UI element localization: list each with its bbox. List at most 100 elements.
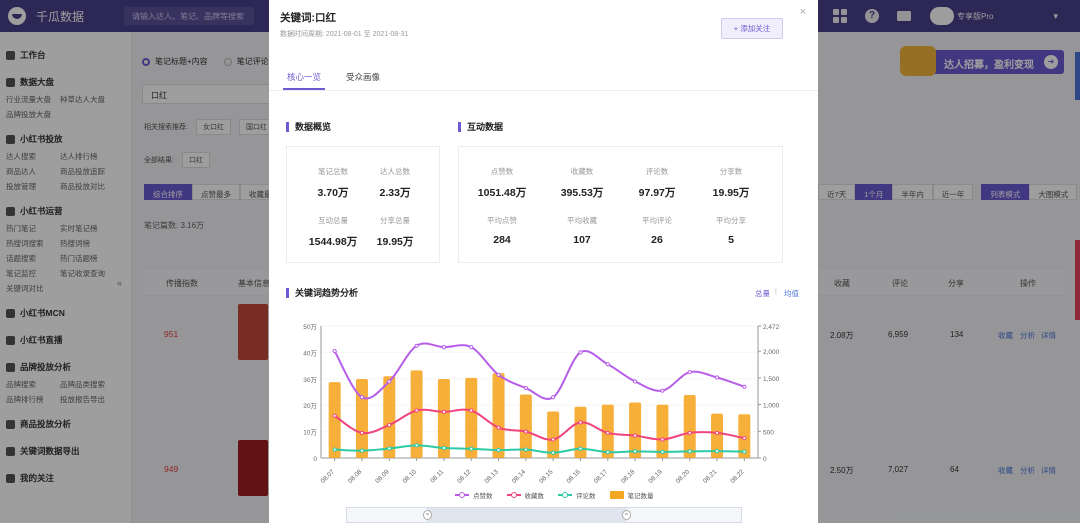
line-point xyxy=(387,379,392,384)
close-icon[interactable]: × xyxy=(800,6,806,18)
modal-tabs: 核心一览 受众画像 xyxy=(269,60,818,91)
active-tab-indicator xyxy=(283,88,325,90)
legend-item[interactable]: 笔记数量 xyxy=(609,490,654,500)
stat-collects: 收藏数 395.53万 xyxy=(547,166,617,200)
line-point xyxy=(469,408,474,413)
stat-label: 互动总量 xyxy=(318,216,348,225)
y-right-tick-label: 2,472 xyxy=(763,324,780,331)
stat-label: 平均收藏 xyxy=(567,216,597,225)
y-right-tick-label: 2,000 xyxy=(763,349,780,356)
trend-chart[interactable]: 0 10万 20万 30万 40万 50万 0 500 1,000 1,500 2,000 2,472… xyxy=(269,310,818,492)
line-point xyxy=(441,445,447,451)
line-point xyxy=(523,429,528,434)
stat-avg-likes: 平均点赞 284 xyxy=(467,215,537,246)
x-tick-label: 08.07 xyxy=(320,468,337,485)
line-point xyxy=(660,437,665,442)
overview-title: 数据概览 xyxy=(286,122,331,132)
line-point xyxy=(441,409,447,414)
toggle-average[interactable]: 均值 xyxy=(784,288,799,299)
x-tick-label: 08.10 xyxy=(402,468,419,485)
line-point xyxy=(414,443,419,448)
x-tick-label: 08.21 xyxy=(702,468,719,485)
y-right-tick-label: 1,500 xyxy=(763,376,780,383)
line-point xyxy=(551,395,556,400)
x-tick-label: 08.18 xyxy=(620,468,637,485)
stat-value: 19.95万 xyxy=(376,236,414,248)
stat-label: 收藏数 xyxy=(570,167,594,176)
line-point xyxy=(414,343,419,348)
stat-value: 19.95万 xyxy=(712,187,750,199)
interaction-title: 互动数据 xyxy=(458,122,503,132)
line-point xyxy=(687,430,692,436)
stat-avg-comments: 平均评论 26 xyxy=(622,215,692,246)
line-point xyxy=(742,384,747,389)
x-tick-label: 08.13 xyxy=(483,468,500,485)
y-left-tick-label: 10万 xyxy=(303,429,317,437)
line-point xyxy=(742,436,747,441)
x-tick-label: 08.22 xyxy=(729,468,746,485)
stat-label: 分享数 xyxy=(719,167,743,176)
bar-notes xyxy=(683,394,696,458)
slider-selection[interactable] xyxy=(427,508,627,523)
trend-title: 关键词趋势分析 xyxy=(286,288,358,298)
stat-value: 97.97万 xyxy=(638,187,676,199)
y-left-tick-label: 40万 xyxy=(303,349,317,357)
bar-notes xyxy=(465,377,478,458)
line-point xyxy=(496,372,501,377)
line-point xyxy=(714,430,720,436)
stat-likes: 点赞数 1051.48万 xyxy=(467,166,537,200)
chart-zoom-slider[interactable]: = = xyxy=(346,507,742,523)
line-point xyxy=(632,379,638,384)
stat-value: 2.33万 xyxy=(379,187,411,199)
bar-notes xyxy=(492,373,505,458)
toggle-total[interactable]: 总量 xyxy=(755,288,770,299)
stat-value: 3.70万 xyxy=(317,187,349,199)
x-tick-label: 08.15 xyxy=(538,468,555,485)
bar-notes xyxy=(355,378,368,458)
line-point xyxy=(441,345,447,350)
y-right-tick-label: 0 xyxy=(763,456,767,463)
legend-item[interactable]: 点赞数 xyxy=(455,490,493,500)
stat-avg-shares: 平均分享 5 xyxy=(696,215,766,246)
slider-handle-left[interactable]: = xyxy=(423,510,432,520)
line-point xyxy=(687,449,692,454)
stat-interactions: 互动总量 1544.98万 xyxy=(298,215,368,249)
legend-label: 点赞数 xyxy=(473,493,493,500)
x-tick-label: 08.09 xyxy=(374,468,391,485)
line-point xyxy=(469,345,474,350)
line-point xyxy=(632,433,638,438)
y-left-tick-label: 20万 xyxy=(303,402,317,410)
line-point xyxy=(742,449,747,454)
legend-item[interactable]: 评论数 xyxy=(558,490,596,500)
tab-overview[interactable]: 核心一览 xyxy=(287,71,321,83)
keyword-modal: 关键词:口红 数据时间周期: 2021-08-01 至 2021-08-31 ×… xyxy=(269,0,818,523)
legend-marker xyxy=(609,491,624,499)
line-series-3 xyxy=(334,444,745,454)
stat-label: 平均点赞 xyxy=(487,216,517,225)
stat-value: 26 xyxy=(651,234,663,246)
toggle-divider: | xyxy=(775,288,777,295)
stat-label: 达人总数 xyxy=(380,167,410,176)
slider-handle-right[interactable]: = xyxy=(622,510,631,520)
line-point xyxy=(359,448,365,453)
stat-shares: 分享总量 19.95万 xyxy=(360,215,430,249)
legend-marker xyxy=(506,492,521,498)
stat-value: 107 xyxy=(573,234,591,246)
line-point xyxy=(551,450,556,455)
line-point xyxy=(469,446,474,451)
line-point xyxy=(387,446,392,451)
stat-notes: 笔记总数 3.70万 xyxy=(298,166,368,200)
legend-item[interactable]: 收藏数 xyxy=(506,490,544,500)
stat-comments: 评论数 97.97万 xyxy=(622,166,692,200)
stat-label: 平均评论 xyxy=(642,216,672,225)
line-point xyxy=(714,375,720,380)
add-follow-button[interactable]: + 添加关注 xyxy=(721,18,783,39)
stat-shares-total: 分享数 19.95万 xyxy=(696,166,766,200)
tab-audience[interactable]: 受众画像 xyxy=(346,71,380,83)
line-point xyxy=(660,388,665,393)
legend-label: 笔记数量 xyxy=(627,493,654,500)
x-tick-label: 08.20 xyxy=(675,468,692,485)
stat-creators: 达人总数 2.33万 xyxy=(360,166,430,200)
legend-marker xyxy=(455,492,469,498)
bar-notes xyxy=(383,376,396,458)
